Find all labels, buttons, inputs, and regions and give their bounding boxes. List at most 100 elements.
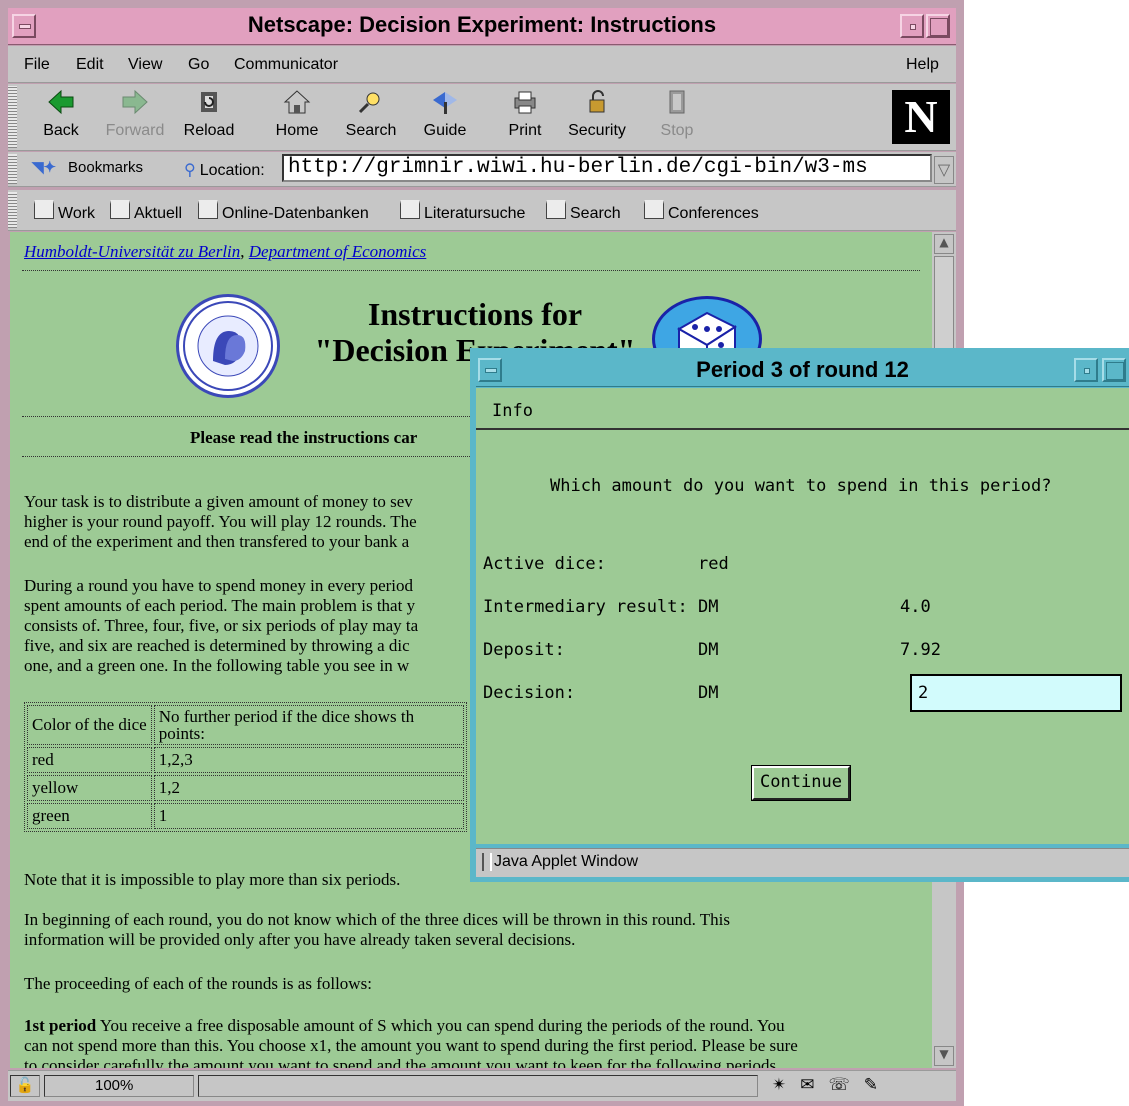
deposit-label: Deposit: (483, 640, 565, 660)
component-bar: ✴✉☏✎ (762, 1075, 952, 1097)
menu-view[interactable]: View (128, 56, 162, 74)
folder-icon (198, 200, 218, 219)
bookmark-folder-online-datenbanken[interactable]: Online-Datenbanken (198, 200, 369, 223)
table-cell: red (27, 747, 152, 773)
minimize-button[interactable] (900, 14, 924, 38)
location-input[interactable]: http://grimnir.wiwi.hu-berlin.de/cgi-bin… (282, 154, 932, 182)
back-label: Back (43, 122, 79, 139)
applet-status-text: Java Applet Window (494, 853, 639, 870)
bookmark-folder-conferences[interactable]: Conferences (644, 200, 759, 223)
bookmark-folder-aktuell[interactable]: Aktuell (110, 200, 182, 223)
bookmark-folder-label: Literatursuche (424, 205, 526, 222)
stop-icon (669, 90, 685, 114)
search-label: Search (345, 122, 397, 139)
applet-minimize-button[interactable] (1074, 358, 1098, 382)
active-dice-label: Active dice: (483, 554, 606, 574)
applet-maximize-button[interactable] (1102, 358, 1126, 382)
locbar-grip[interactable] (8, 154, 17, 184)
security-lock-icon[interactable]: 🔓 (10, 1075, 40, 1097)
seal-graphic (183, 301, 273, 391)
bookmark-folder-label: Work (58, 205, 96, 222)
continue-button[interactable]: Continue (751, 765, 851, 801)
window-titlebar[interactable]: Netscape: Decision Experiment: Instructi… (8, 8, 956, 45)
home-icon (283, 90, 311, 114)
applet-body: Info Which amount do you want to spend i… (476, 388, 1129, 844)
location-label-text: Location: (199, 162, 265, 179)
decision-input[interactable]: 2 (910, 674, 1122, 712)
menu-edit[interactable]: Edit (76, 56, 104, 74)
forward-button[interactable]: Forward (102, 88, 168, 146)
reload-button[interactable]: Reload (176, 88, 242, 146)
maximize-button[interactable] (926, 14, 950, 38)
print-button[interactable]: Print (492, 88, 558, 146)
reload-label: Reload (183, 122, 235, 139)
table-cell: 1,2 (153, 775, 464, 801)
netscape-logo[interactable]: N (892, 90, 950, 144)
mail-icon[interactable]: ✉ (800, 1075, 828, 1094)
security-button[interactable]: Security (564, 88, 630, 146)
breadcrumb-university-link[interactable]: Humboldt-Universität zu Berlin (24, 242, 240, 261)
university-seal-icon (176, 294, 280, 398)
breadcrumb-department-link[interactable]: Department of Economics (249, 242, 427, 261)
menubar: File Edit View Go Communicator Help (8, 46, 956, 83)
page-proxy-icon[interactable]: ⚲ (184, 162, 196, 179)
scroll-down-icon[interactable]: ▼ (934, 1046, 954, 1066)
lock-icon (589, 90, 605, 113)
toolbar-grip[interactable] (8, 86, 17, 148)
pbar-grip[interactable] (8, 192, 17, 228)
applet-menubar: Info (476, 388, 1129, 430)
menu-file[interactable]: File (24, 56, 50, 74)
bookmark-folder-literatursuche[interactable]: Literatursuche (400, 200, 525, 223)
table-cell: 1,2,3 (153, 747, 464, 773)
navigation-toolbar: Back Forward Reload Home Search Guide Pr… (8, 84, 956, 151)
newsgroups-icon[interactable]: ☏ (829, 1075, 864, 1094)
location-dropdown-icon[interactable]: ▽ (934, 156, 954, 184)
intermediary-result-value: 4.0 (900, 597, 931, 617)
home-button[interactable]: Home (264, 88, 330, 146)
text-line: to consider carefully the amount you wan… (24, 1056, 781, 1068)
header-text: points: (158, 724, 206, 743)
status-message (198, 1075, 758, 1097)
print-icon (514, 91, 536, 114)
menu-go[interactable]: Go (188, 56, 209, 74)
back-arrow-icon (48, 89, 74, 115)
bookmark-folder-search[interactable]: Search (546, 200, 621, 223)
applet-title: Period 3 of round 12 (696, 357, 909, 382)
paragraph-info: In beginning of each round, you do not k… (24, 910, 924, 950)
bookmark-folder-work[interactable]: Work (34, 200, 95, 223)
table-header-cell: Color of the dice (27, 705, 152, 745)
location-toolbar: ◥✦ Bookmarks ⚲ Location: http://grimnir.wi… (8, 152, 956, 187)
paragraph-first-period: 1st period You receive a free disposable… (24, 1016, 924, 1068)
applet-window: Period 3 of round 12 Info Which amount d… (470, 348, 1129, 882)
menu-info[interactable]: Info (492, 401, 533, 421)
folder-icon (400, 200, 420, 219)
folder-icon (110, 200, 130, 219)
bookmarks-button[interactable]: ◥✦ Bookmarks (32, 158, 143, 176)
back-button[interactable]: Back (28, 88, 94, 146)
guide-button[interactable]: Guide (412, 88, 478, 146)
menu-communicator[interactable]: Communicator (234, 56, 338, 74)
location-label: ⚲ Location: (184, 160, 265, 180)
applet-titlebar[interactable]: Period 3 of round 12 (476, 354, 1129, 387)
folder-icon (546, 200, 566, 219)
search-icon (358, 92, 380, 114)
table-row: yellow 1,2 (27, 775, 464, 801)
stop-button[interactable]: Stop (644, 88, 710, 146)
composer-icon[interactable]: ✎ (864, 1075, 892, 1094)
search-button[interactable]: Search (338, 88, 404, 146)
bookmark-folder-label: Online-Datenbanken (222, 205, 369, 222)
bookmark-folder-label: Aktuell (134, 205, 183, 222)
question-text: Which amount do you want to spend in thi… (550, 476, 1052, 496)
forward-arrow-icon (122, 89, 148, 115)
navigator-icon[interactable]: ✴ (772, 1075, 800, 1094)
menu-help[interactable]: Help (906, 56, 939, 74)
bookmarks-label: Bookmarks (68, 159, 144, 176)
folder-icon (34, 200, 54, 219)
table-header-cell: No further period if the dice shows th p… (153, 705, 464, 745)
table-row: green 1 (27, 803, 464, 829)
scroll-up-icon[interactable]: ▲ (934, 234, 954, 254)
dice-table: Color of the dice No further period if t… (24, 702, 467, 832)
bookmark-folder-label: Search (570, 205, 621, 222)
text-line: You receive a free disposable amount of … (96, 1016, 785, 1035)
intermediary-result-unit: DM (698, 597, 719, 617)
